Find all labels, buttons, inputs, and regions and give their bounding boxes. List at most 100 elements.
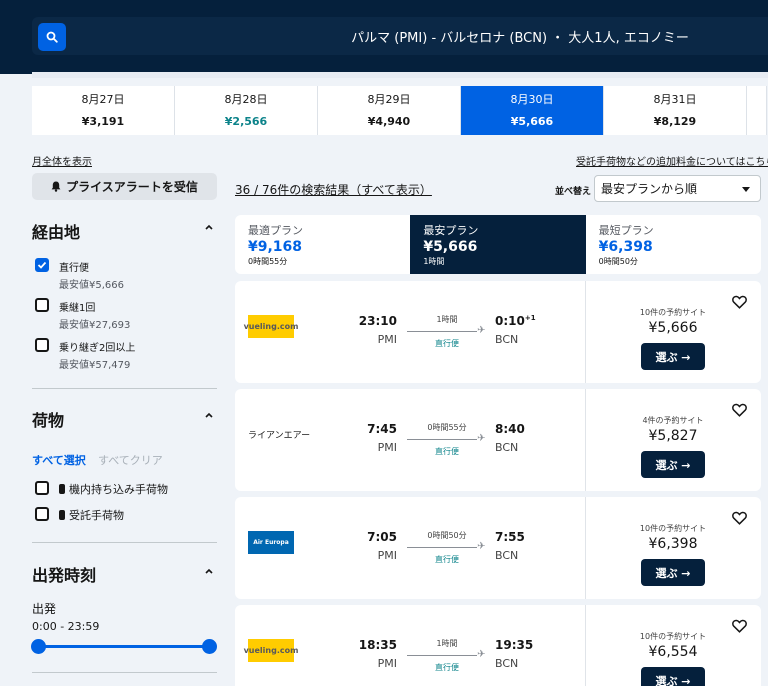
select-button[interactable]: 選ぶ →	[641, 343, 705, 370]
flight-price: ¥6,554	[648, 644, 698, 660]
arrival-time-value: 0:10	[495, 314, 525, 328]
sort-select[interactable]: 最安プランから順	[594, 175, 761, 202]
chevron-up-icon[interactable]	[204, 222, 214, 232]
bell-icon	[51, 181, 61, 192]
flight-duration: 0時間55分	[427, 423, 467, 432]
select-all-link[interactable]: すべて選択	[32, 452, 86, 468]
tab-duration: 0時間50分	[598, 257, 638, 266]
tab-price: ¥6,398	[598, 239, 653, 255]
divider	[32, 542, 217, 543]
date-cell[interactable]: 8月29日 ¥4,940	[318, 86, 461, 135]
baggage-fees-link[interactable]: 受託手荷物などの追加料金についてはこちら	[576, 153, 768, 168]
departure-label: 出発	[32, 602, 57, 616]
flight-card[interactable]: Air Europa 7:05 PMI 0時間50分 ✈ 直行便 7:55 BC…	[235, 497, 761, 599]
date-cell-selected[interactable]: 8月30日 ¥5,666	[461, 86, 604, 135]
time-slider-track[interactable]	[38, 645, 209, 648]
arrival-time-value: 19:35	[495, 638, 534, 652]
arrival-time-value: 8:40	[495, 422, 525, 436]
arrival-airport: BCN	[495, 441, 519, 454]
bags-filter-title: 荷物	[32, 411, 65, 430]
date-price: ¥3,191	[81, 115, 125, 128]
departure-range: 0:00 - 23:59	[32, 620, 100, 633]
date-cell[interactable]: 8月27日 ¥3,191	[32, 86, 175, 135]
date-label: 8月28日	[224, 93, 268, 106]
stops-label: 直行便	[435, 663, 459, 672]
results-count-link[interactable]: 36 / 76件の検索結果（すべて表示）	[235, 181, 432, 198]
arrival-time: 19:35	[495, 638, 533, 652]
arrival-airport: BCN	[495, 549, 519, 562]
arrival-airport: BCN	[495, 657, 519, 670]
flight-price: ¥6,398	[648, 536, 698, 552]
summary-tabs: 最適プラン ¥9,168 0時間55分 最安プラン ¥5,666 1時間 最短プ…	[235, 215, 761, 274]
tab-title: 最短プラン	[598, 224, 654, 237]
search-button[interactable]	[38, 23, 66, 51]
flight-card[interactable]: vueling.com 18:35 PMI 1時間 ✈ 直行便 19:35 BC…	[235, 605, 761, 686]
whole-month-link[interactable]: 月全体を表示	[32, 153, 92, 168]
heart-icon[interactable]	[732, 511, 747, 525]
heart-icon[interactable]	[732, 403, 747, 417]
route-summary[interactable]: パルマ (PMI) - バルセロナ (BCN) ・ 大人1人, エコノミー	[300, 27, 740, 46]
stops-filter-title: 経由地	[32, 223, 81, 242]
stops-label: 直行便	[435, 339, 459, 348]
tab-cheapest[interactable]: 最安プラン ¥5,666 1時間	[410, 215, 586, 274]
tab-price: ¥9,168	[248, 239, 303, 255]
price-alert-label: プライスアラートを受信	[66, 180, 198, 194]
checkbox-checked-bag[interactable]	[35, 507, 49, 521]
flight-card[interactable]: ライアンエアー 7:45 PMI 0時間55分 ✈ 直行便 8:40 BCN 4…	[235, 389, 761, 491]
arrival-time: 7:55	[495, 530, 525, 544]
option-label: 機内持ち込み手荷物	[69, 483, 168, 496]
heart-icon[interactable]	[732, 619, 747, 633]
chevron-up-icon[interactable]	[204, 410, 214, 420]
tab-fastest[interactable]: 最短プラン ¥6,398 0時間50分	[586, 215, 761, 274]
checkbox-one-stop[interactable]	[35, 298, 49, 312]
arrival-airport: BCN	[495, 333, 519, 346]
select-button[interactable]: 選ぶ →	[641, 667, 705, 686]
date-cell[interactable]: 8月31日 ¥8,129	[604, 86, 747, 135]
plane-icon: ✈	[477, 541, 486, 552]
divider	[32, 388, 217, 389]
date-cell[interactable]: 8月28日 ¥2,566	[175, 86, 318, 135]
checkbox-cabin-bag[interactable]	[35, 481, 49, 495]
stops-label: 直行便	[435, 447, 459, 456]
chevron-up-icon[interactable]	[204, 566, 214, 576]
airline-name: ライアンエアー	[248, 431, 311, 441]
tab-title: 最安プラン	[423, 224, 479, 237]
tab-price: ¥5,666	[423, 239, 478, 255]
route-line	[407, 439, 477, 440]
sort-value: 最安プランから順	[601, 182, 698, 196]
departure-airport: PMI	[377, 333, 397, 346]
departure-time: 7:05	[367, 530, 397, 544]
plane-icon: ✈	[477, 325, 486, 336]
price-alert-button[interactable]: プライスアラートを受信	[32, 173, 217, 200]
checkbox-direct[interactable]	[35, 258, 49, 272]
checked-bag-label: 受託手荷物	[59, 507, 124, 523]
option-min-price: 最安値¥27,693	[59, 320, 131, 331]
plane-icon: ✈	[477, 433, 486, 444]
clear-all-link[interactable]: すべてクリア	[98, 452, 163, 468]
tab-best[interactable]: 最適プラン ¥9,168 0時間55分	[235, 215, 410, 274]
departure-time: 7:45	[367, 422, 397, 436]
departure-airport: PMI	[377, 549, 397, 562]
time-slider-min-handle[interactable]	[31, 639, 46, 654]
airline-logo: Air Europa	[248, 531, 294, 554]
date-price: ¥5,666	[510, 115, 554, 128]
checkbox-two-plus-stops[interactable]	[35, 338, 49, 352]
heart-icon[interactable]	[732, 295, 747, 309]
header-underlay	[32, 72, 768, 78]
select-button[interactable]: 選ぶ →	[641, 559, 705, 586]
route-line	[407, 547, 477, 548]
departure-time: 23:10	[358, 314, 397, 328]
flight-price: ¥5,827	[648, 428, 698, 444]
next-day-indicator: +1	[524, 314, 536, 322]
date-price: ¥4,940	[367, 115, 411, 128]
flight-card[interactable]: vueling.com 23:10 PMI 1時間 ✈ 直行便 0:10+1 B…	[235, 281, 761, 383]
select-button[interactable]: 選ぶ →	[641, 451, 705, 478]
option-label: 乗継1回	[59, 303, 96, 314]
option-label: 受託手荷物	[69, 509, 124, 522]
arrival-time: 8:40	[495, 422, 525, 436]
date-cell-partial[interactable]	[747, 86, 767, 135]
time-slider-max-handle[interactable]	[202, 639, 217, 654]
option-label: 直行便	[59, 263, 89, 274]
check-icon	[37, 261, 47, 269]
arrival-time-value: 7:55	[495, 530, 525, 544]
